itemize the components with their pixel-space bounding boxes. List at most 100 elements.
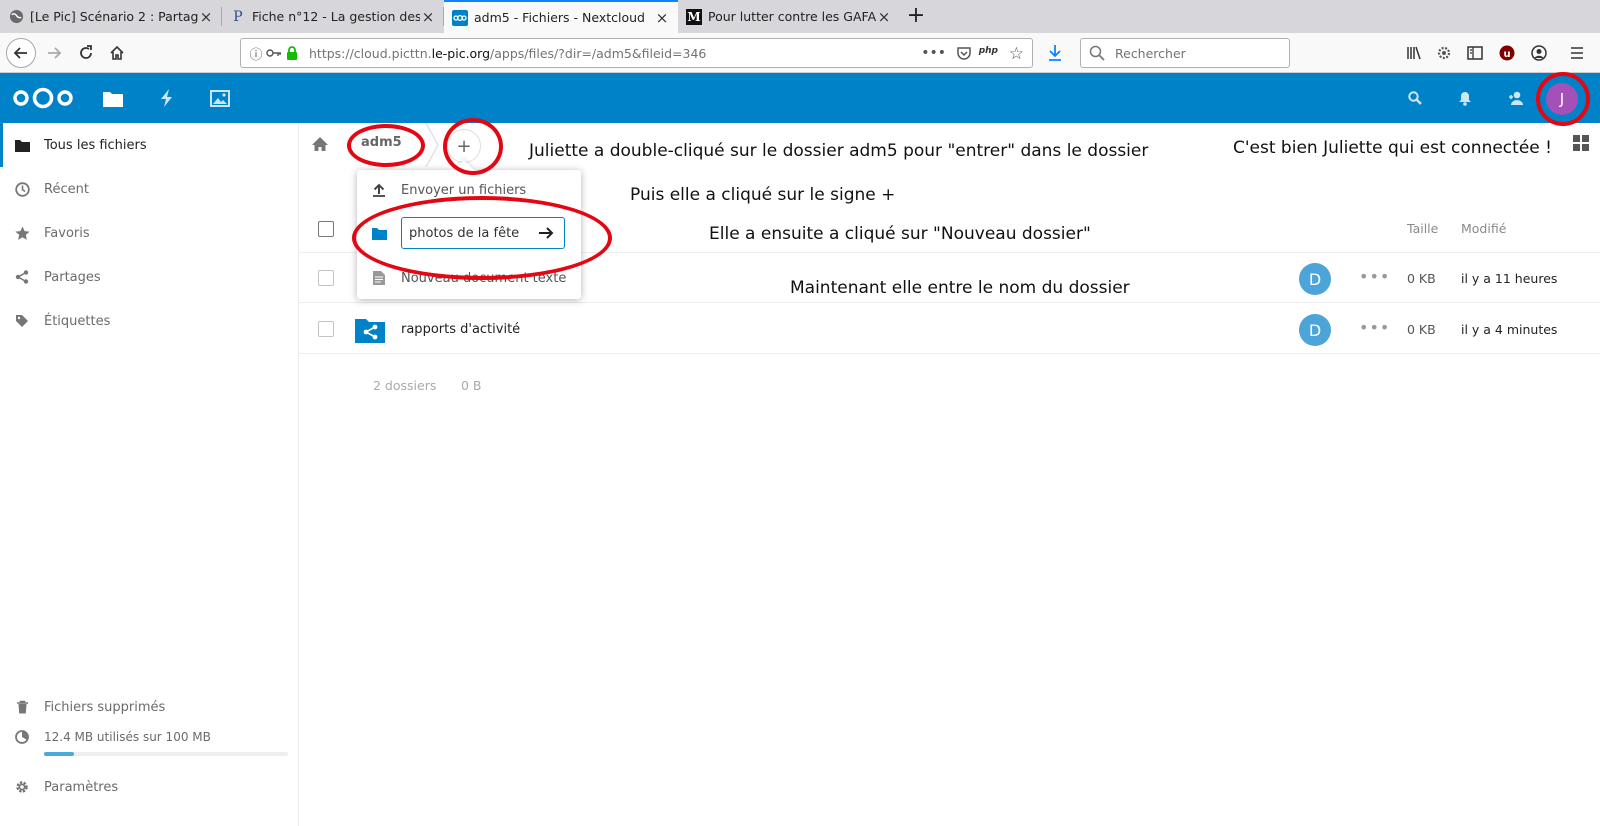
menu-hamburger-icon[interactable] [1563,39,1591,67]
tab-title: Fiche n°12 - La gestion des im [252,9,420,24]
library-icon[interactable] [1400,39,1428,67]
menu-item-upload[interactable]: Envoyer un fichiers [357,170,581,210]
home-button[interactable] [103,39,131,67]
annotation-text: Maintenant elle entre le nom du dossier [790,278,1130,298]
breadcrumb-current-folder[interactable]: adm5 [361,135,402,150]
owner-avatar[interactable]: D [1299,263,1331,295]
star-bookmark-icon[interactable]: ☆ [1009,44,1024,64]
gear-icon [14,779,30,795]
annotation-text: Puis elle a cliqué sur le signe + [630,185,896,205]
extension-gear-icon[interactable] [1430,39,1458,67]
sidebar-item-all-files[interactable]: Tous les fichiers [0,123,299,167]
back-arrow-icon [13,47,27,59]
close-tab-icon[interactable]: × [198,8,214,26]
key-icon[interactable] [265,44,283,62]
star-icon [14,225,30,241]
sidebar-item-settings[interactable]: Paramètres [0,765,299,809]
menu-item-new-folder[interactable] [357,210,581,256]
account-icon[interactable] [1525,39,1553,67]
folder-icon [14,137,30,153]
forward-button[interactable] [40,39,68,67]
sidebar-item-label: Tous les fichiers [44,137,147,153]
search-icon[interactable] [1402,85,1428,111]
sidebar-item-label: Favoris [44,225,90,241]
lock-icon[interactable] [283,44,301,62]
column-header-size[interactable]: Taille [1407,221,1438,236]
row-checkbox[interactable] [318,270,334,286]
svg-text:u: u [1503,49,1510,60]
sidebar-item-label: Paramètres [44,779,119,795]
arrow-right-icon[interactable] [537,224,555,242]
tab-title: [Le Pic] Scénario 2 : Partage de [30,9,198,24]
reload-icon [80,45,92,59]
downloads-button[interactable] [1041,39,1069,67]
file-name[interactable]: rapports d'activité [401,322,520,337]
close-tab-icon[interactable]: × [654,9,670,27]
nextcloud-header: J [0,73,1600,123]
share-icon [14,269,30,285]
owner-avatar[interactable]: D [1299,314,1331,346]
breadcrumb-home-icon[interactable] [311,135,329,153]
download-icon [1049,45,1061,61]
files-sidebar: Tous les fichiers Récent Favoris Partage… [0,123,299,826]
browser-tab-nextcloud[interactable]: adm5 - Fichiers - Nextcloud × [444,0,678,33]
sidebar-item-label: Étiquettes [44,313,111,329]
more-actions-icon[interactable]: ••• [1359,318,1390,337]
annotation-text: C'est bien Juliette qui est connectée ! [1233,138,1552,158]
more-actions-icon[interactable]: ••• [1359,267,1390,286]
address-bar[interactable]: ⓘ https://cloud.picttn.le-pic.org/apps/f… [240,38,1033,68]
notifications-icon[interactable] [1452,85,1478,111]
new-tab-button[interactable]: + [903,4,929,30]
page-actions-icon[interactable]: ••• [921,45,946,61]
grid-view-icon[interactable] [1573,135,1589,151]
back-button[interactable] [6,38,36,68]
browser-tab-fiche-12[interactable]: P Fiche n°12 - La gestion des im × [222,0,444,33]
lemonde-icon: M [686,8,702,25]
home-icon [110,45,124,60]
sidebar-item-favorites[interactable]: Favoris [0,211,299,255]
search-placeholder: Rechercher [1115,45,1186,61]
quota-pie-icon [14,729,30,745]
ublock-icon[interactable]: u [1493,39,1521,67]
pocket-icon[interactable] [956,45,972,64]
breadcrumb-separator-icon [425,123,439,167]
search-icon [1089,45,1105,61]
sidebar-item-shares[interactable]: Partages [0,255,299,299]
select-all-checkbox[interactable] [318,221,334,237]
column-header-modified[interactable]: Modifié [1461,221,1506,236]
user-avatar[interactable]: J [1546,83,1578,115]
reader-sidebar-icon[interactable] [1461,39,1489,67]
browser-tab-lepic-scenario[interactable]: [Le Pic] Scénario 2 : Partage de × [0,0,222,33]
new-item-button[interactable]: + [447,129,481,163]
menu-item-new-text[interactable]: Nouveau document texte [357,258,581,298]
shared-folder-icon [355,319,385,343]
info-icon[interactable]: ⓘ [247,44,265,63]
gallery-app-icon[interactable] [207,85,233,111]
sidebar-item-tags[interactable]: Étiquettes [0,299,299,343]
contacts-icon[interactable] [1503,85,1529,111]
avatar-letter: J [1559,90,1565,108]
sidebar-item-recent[interactable]: Récent [0,167,299,211]
activity-app-icon[interactable] [154,85,180,111]
sidebar-item-label: Fichiers supprimés [44,699,166,715]
reload-button[interactable] [72,39,100,67]
sidebar-quota: 12.4 MB utilisés sur 100 MB [0,719,299,755]
tag-icon [14,313,30,329]
browser-search-bar[interactable]: Rechercher [1080,38,1290,68]
file-row[interactable]: rapports d'activité D ••• 0 KB il y a 4 … [299,304,1600,354]
files-app-icon[interactable] [100,85,126,111]
close-tab-icon[interactable]: × [876,8,892,26]
nextcloud-logo[interactable] [12,86,74,110]
sidebar-item-label: Récent [44,181,89,197]
file-size: 0 KB [1407,322,1436,337]
file-modified: il y a 11 heures [1461,271,1558,286]
upload-icon [371,182,387,198]
close-tab-icon[interactable]: × [420,8,436,26]
file-modified: il y a 4 minutes [1461,322,1558,337]
row-checkbox[interactable] [318,321,334,337]
browser-tab-gafa[interactable]: M Pour lutter contre les GAFA, F × [678,0,900,33]
menu-item-label: Nouveau document texte [401,270,567,286]
new-item-menu: Envoyer un fichiers Nouveau document tex… [357,170,581,299]
browser-tab-strip: [Le Pic] Scénario 2 : Partage de × P Fic… [0,0,1600,33]
php-icon[interactable]: php [979,46,998,56]
